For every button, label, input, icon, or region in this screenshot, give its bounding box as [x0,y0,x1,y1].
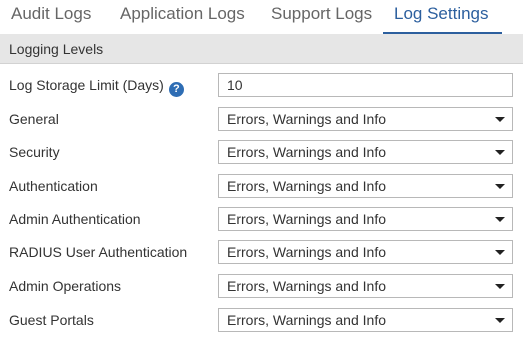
security-level-value: Errors, Warnings and Info [227,144,386,160]
log-storage-limit-label: Log Storage Limit (Days)? [9,73,184,97]
section-header-logging-levels: Logging Levels [0,34,523,64]
row-log-storage-limit: Log Storage Limit (Days)? 10 [0,73,523,97]
authentication-label: Authentication [9,178,98,194]
general-level-value: Errors, Warnings and Info [227,111,386,127]
authentication-level-select[interactable]: Errors, Warnings and Info [218,174,513,198]
chevron-down-icon [495,184,505,189]
log-tabs: Audit Logs Application Logs Support Logs… [0,0,523,35]
admin-operations-level-select[interactable]: Errors, Warnings and Info [218,274,513,298]
chevron-down-icon [495,150,505,155]
radius-user-authentication-label: RADIUS User Authentication [9,244,188,260]
radius-user-authentication-level-select[interactable]: Errors, Warnings and Info [218,240,513,264]
radius-user-authentication-level-value: Errors, Warnings and Info [227,244,386,260]
guest-portals-level-value: Errors, Warnings and Info [227,312,386,328]
log-storage-limit-label-text: Log Storage Limit (Days) [9,77,164,93]
authentication-level-value: Errors, Warnings and Info [227,178,386,194]
tab-audit-logs[interactable]: Audit Logs [0,0,102,34]
chevron-down-icon [495,284,505,289]
tab-log-settings[interactable]: Log Settings [383,0,502,34]
admin-operations-label: Admin Operations [9,278,122,294]
guest-portals-level-select[interactable]: Errors, Warnings and Info [218,308,513,332]
guest-portals-label: Guest Portals [9,312,94,328]
row-admin-authentication: Admin Authentication Errors, Warnings an… [0,207,523,231]
chevron-down-icon [495,117,505,122]
admin-authentication-label: Admin Authentication [9,211,141,227]
admin-operations-level-value: Errors, Warnings and Info [227,278,386,294]
admin-authentication-level-value: Errors, Warnings and Info [227,211,386,227]
tab-application-logs[interactable]: Application Logs [109,0,256,34]
help-icon[interactable]: ? [168,82,184,97]
row-general: General Errors, Warnings and Info [0,107,523,131]
log-storage-limit-input[interactable]: 10 [218,73,513,97]
row-guest-portals: Guest Portals Errors, Warnings and Info [0,308,523,332]
security-label: Security [9,144,60,160]
row-admin-operations: Admin Operations Errors, Warnings and In… [0,274,523,298]
row-authentication: Authentication Errors, Warnings and Info [0,174,523,198]
tab-support-logs[interactable]: Support Logs [260,0,383,34]
chevron-down-icon [495,217,505,222]
security-level-select[interactable]: Errors, Warnings and Info [218,140,513,164]
chevron-down-icon [495,318,505,323]
admin-authentication-level-select[interactable]: Errors, Warnings and Info [218,207,513,231]
general-level-select[interactable]: Errors, Warnings and Info [218,107,513,131]
general-label: General [9,111,59,127]
row-security: Security Errors, Warnings and Info [0,140,523,164]
chevron-down-icon [495,250,505,255]
row-radius-user-authentication: RADIUS User Authentication Errors, Warni… [0,240,523,264]
